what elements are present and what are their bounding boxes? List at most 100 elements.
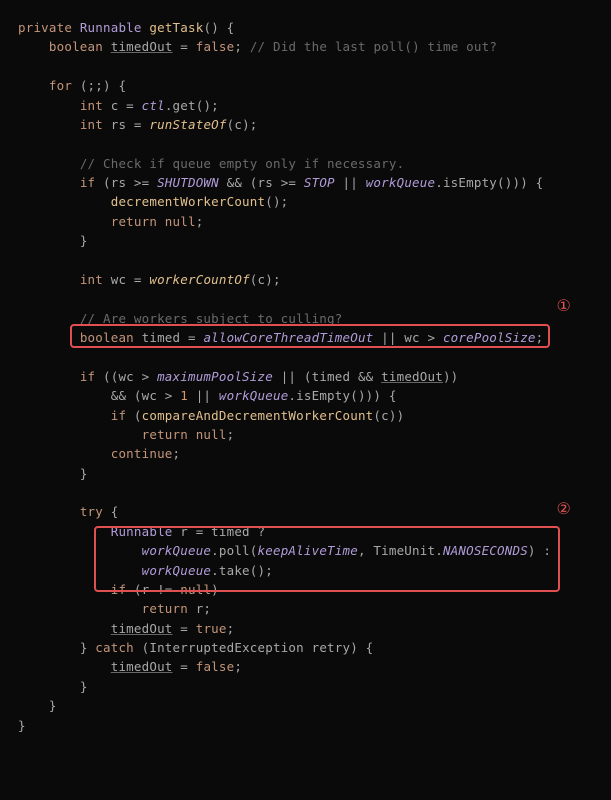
- text: )): [443, 369, 458, 384]
- text: ;: [227, 621, 235, 636]
- keyword-if: if: [111, 408, 126, 423]
- text: c =: [103, 98, 142, 113]
- keyword: int: [80, 98, 103, 113]
- constant: NANOSECONDS: [443, 543, 528, 558]
- text: () {: [203, 20, 234, 35]
- brace: }: [80, 679, 88, 694]
- text: wc =: [103, 272, 149, 287]
- method: runStateOf: [149, 117, 226, 132]
- var: timedOut: [111, 621, 173, 636]
- keyword: boolean: [80, 330, 134, 345]
- keyword-return: return: [142, 601, 188, 616]
- keyword-if: if: [111, 582, 126, 597]
- text: .take();: [211, 563, 273, 578]
- text: ;: [234, 659, 242, 674]
- text: =: [173, 659, 196, 674]
- text: ;: [234, 39, 242, 54]
- field: keepAliveTime: [258, 543, 358, 558]
- text: r;: [188, 601, 211, 616]
- text: (c);: [250, 272, 281, 287]
- brace: }: [18, 718, 26, 733]
- text: ||: [335, 175, 366, 190]
- text: ) :: [528, 543, 551, 558]
- type: Runnable: [111, 524, 173, 539]
- text: .get();: [165, 98, 219, 113]
- type-runnable: Runnable: [80, 20, 142, 35]
- text: (c);: [227, 117, 258, 132]
- text: (: [126, 408, 141, 423]
- text: r = timed ?: [173, 524, 266, 539]
- number: 1: [180, 388, 188, 403]
- keyword: int: [80, 272, 103, 287]
- code-block: private Runnable getTask() { boolean tim…: [18, 18, 607, 735]
- method: decrementWorkerCount: [111, 194, 266, 209]
- field: workQueue: [142, 563, 212, 578]
- text: .isEmpty())) {: [288, 388, 396, 403]
- text: (;;) {: [72, 78, 126, 93]
- keyword: false: [196, 659, 235, 674]
- field: workQueue: [219, 388, 289, 403]
- keyword-private: private: [18, 20, 72, 35]
- text: (c)): [373, 408, 404, 423]
- keyword-if: if: [80, 369, 95, 384]
- text: || wc >: [373, 330, 443, 345]
- keyword-for: for: [49, 78, 72, 93]
- field-ctl: ctl: [142, 98, 165, 113]
- text: || (timed &&: [273, 369, 381, 384]
- keyword-continue: continue: [111, 446, 173, 461]
- text: ||: [188, 388, 219, 403]
- comment: // Check if queue empty only if necessar…: [80, 156, 404, 171]
- annotation-marker-1: ①: [556, 295, 571, 320]
- field: corePoolSize: [443, 330, 536, 345]
- text: timed =: [134, 330, 204, 345]
- var: timedOut: [111, 659, 173, 674]
- brace: }: [80, 466, 88, 481]
- text: ;: [173, 446, 181, 461]
- keyword-return: return null: [142, 427, 227, 442]
- text: ((wc >: [95, 369, 157, 384]
- text: (r !=: [126, 582, 180, 597]
- text: , TimeUnit.: [358, 543, 443, 558]
- keyword-return: return null: [111, 214, 196, 229]
- comment: // Did the last poll() time out?: [242, 39, 497, 54]
- text: ): [211, 582, 219, 597]
- annotation-marker-2: ②: [556, 498, 571, 523]
- keyword-catch: catch: [95, 640, 134, 655]
- text: ();: [265, 194, 288, 209]
- text: ;: [196, 214, 204, 229]
- text: && (wc >: [111, 388, 181, 403]
- text: =: [173, 621, 196, 636]
- var-timedout: timedOut: [111, 39, 173, 54]
- text: && (rs >=: [219, 175, 304, 190]
- keyword: boolean: [49, 39, 103, 54]
- text: =: [173, 39, 196, 54]
- keyword-null: null: [180, 582, 211, 597]
- brace: }: [49, 698, 57, 713]
- keyword: false: [196, 39, 235, 54]
- text: }: [80, 640, 95, 655]
- keyword: true: [196, 621, 227, 636]
- constant: SHUTDOWN: [157, 175, 219, 190]
- keyword: int: [80, 117, 103, 132]
- method: compareAndDecrementWorkerCount: [142, 408, 374, 423]
- field: allowCoreThreadTimeOut: [203, 330, 373, 345]
- keyword-try: try: [80, 504, 103, 519]
- field: workQueue: [142, 543, 212, 558]
- text: {: [103, 504, 118, 519]
- text: .isEmpty())) {: [435, 175, 543, 190]
- comment: // Are workers subject to culling?: [80, 311, 343, 326]
- text: ;: [536, 330, 544, 345]
- constant: STOP: [304, 175, 335, 190]
- var: timedOut: [381, 369, 443, 384]
- method-name: getTask: [149, 20, 203, 35]
- text: (InterruptedException retry) {: [134, 640, 374, 655]
- text: (rs >=: [95, 175, 157, 190]
- brace: }: [80, 233, 88, 248]
- text: .poll(: [211, 543, 257, 558]
- field: maximumPoolSize: [157, 369, 273, 384]
- keyword-if: if: [80, 175, 95, 190]
- field: workQueue: [366, 175, 436, 190]
- text: ;: [227, 427, 235, 442]
- text: rs =: [103, 117, 149, 132]
- method: workerCountOf: [149, 272, 249, 287]
